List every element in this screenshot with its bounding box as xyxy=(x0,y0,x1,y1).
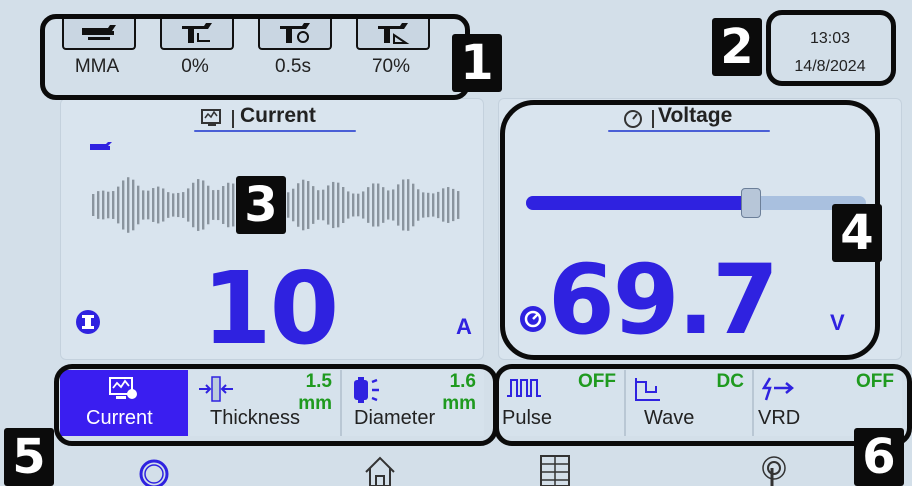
waveform-bar xyxy=(347,191,350,219)
waveform-bar xyxy=(367,187,370,223)
menu-grid-icon[interactable] xyxy=(538,454,572,486)
callout-5: 5 xyxy=(4,428,54,486)
callout-3: 3 xyxy=(236,176,286,234)
waveform-bar xyxy=(342,187,345,223)
waveform-bar xyxy=(187,188,190,222)
waveform-bar xyxy=(292,188,295,222)
current-title-underline xyxy=(194,130,356,132)
waveform-bar xyxy=(92,194,95,216)
gauge-icon[interactable] xyxy=(134,454,174,486)
waveform-bar xyxy=(162,188,165,222)
waveform-bar xyxy=(112,191,115,219)
waveform-bar xyxy=(142,190,145,220)
waveform-bar xyxy=(407,179,410,231)
waveform-bar xyxy=(377,183,380,227)
waveform-bar xyxy=(207,185,210,225)
callout-2-frame xyxy=(766,10,896,86)
waveform-bar xyxy=(352,193,355,217)
waveform-bar xyxy=(382,187,385,223)
waveform-bar xyxy=(137,185,140,225)
waveform-bar xyxy=(397,184,400,226)
waveform-bar xyxy=(357,193,360,217)
waveform-bar xyxy=(457,191,460,219)
waveform-bar xyxy=(387,190,390,220)
waveform-bar xyxy=(337,182,340,228)
waveform-bar xyxy=(177,192,180,218)
waveform-bar xyxy=(232,183,235,227)
waveform-bar xyxy=(222,186,225,224)
waveform-bar xyxy=(307,181,310,229)
waveform-bar xyxy=(437,191,440,219)
waveform-bar xyxy=(212,190,215,220)
waveform-bar xyxy=(217,189,220,221)
waveform-bar xyxy=(117,186,120,224)
callout-6: 6 xyxy=(854,428,904,486)
welding-torch-icon xyxy=(90,142,112,150)
waveform-bar xyxy=(322,189,325,221)
waveform-bar xyxy=(127,177,130,233)
waveform-bar xyxy=(227,182,230,228)
divider xyxy=(232,110,234,128)
callout-4-frame xyxy=(500,100,880,360)
callout-1: 1 xyxy=(452,34,502,92)
waveform-bar xyxy=(422,192,425,218)
touch-icon[interactable] xyxy=(754,454,794,486)
waveform-bar xyxy=(392,189,395,221)
waveform-bar xyxy=(312,186,315,224)
waveform-bar xyxy=(447,187,450,223)
waveform-bar xyxy=(372,183,375,227)
waveform-bar xyxy=(102,190,105,220)
current-unit: A xyxy=(456,314,472,339)
current-value: 10 xyxy=(202,250,339,367)
waveform-bar xyxy=(107,191,110,219)
callout-4: 4 xyxy=(832,204,882,262)
waveform-bar xyxy=(287,192,290,218)
waveform-bar xyxy=(332,181,335,229)
callout-5-frame xyxy=(54,364,498,446)
current-info-icon xyxy=(76,310,100,334)
callout-6-frame xyxy=(494,364,912,446)
home-icon[interactable] xyxy=(360,454,400,486)
waveform-bar xyxy=(152,188,155,222)
callout-2: 2 xyxy=(712,18,762,76)
waveform-bar xyxy=(192,182,195,228)
waveform-bar xyxy=(172,193,175,217)
waveform-bar xyxy=(147,190,150,220)
callout-1-frame xyxy=(40,14,470,100)
waveform-bar xyxy=(197,179,200,231)
waveform-bar xyxy=(302,179,305,231)
waveform-bar xyxy=(157,186,160,224)
current-panel-title: Current xyxy=(240,104,316,127)
waveform-bar xyxy=(182,192,185,218)
waveform-bar xyxy=(122,180,125,230)
waveform-bar xyxy=(452,188,455,222)
waveform-bar xyxy=(412,183,415,227)
waveform-bar xyxy=(432,193,435,217)
waveform-bar xyxy=(317,190,320,220)
waveform-bar xyxy=(297,183,300,227)
waveform-bar xyxy=(427,192,430,218)
monitor-info-icon xyxy=(201,109,221,126)
waveform-bar xyxy=(97,191,100,219)
waveform-bar xyxy=(362,191,365,219)
waveform-bar xyxy=(202,180,205,230)
waveform-bar xyxy=(417,189,420,221)
waveform-bar xyxy=(327,185,330,225)
waveform-bar xyxy=(442,188,445,222)
waveform-bar xyxy=(132,179,135,231)
waveform-bar xyxy=(402,179,405,231)
waveform-bar xyxy=(167,192,170,218)
